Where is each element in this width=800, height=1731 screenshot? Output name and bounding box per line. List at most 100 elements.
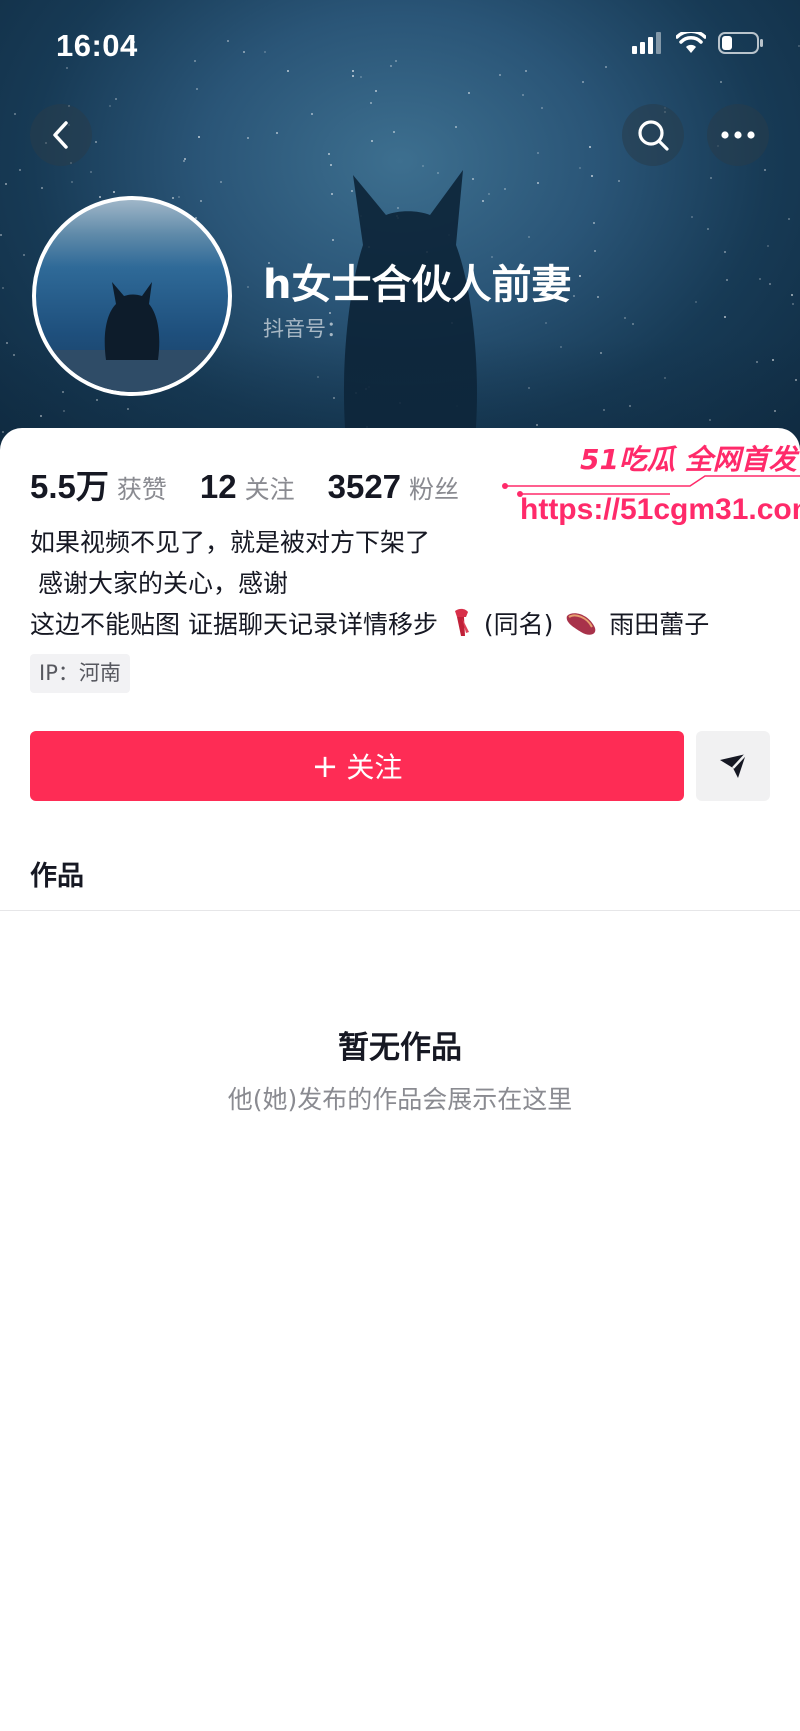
empty-state-subtitle: 他(她)发布的作品会展示在这里: [227, 1085, 573, 1114]
water-sparkle: [525, 70, 527, 72]
water-sparkle: [19, 169, 21, 171]
water-sparkle: [109, 105, 111, 107]
water-sparkle: [352, 70, 354, 72]
douyin-id[interactable]: 抖音号：: [263, 313, 347, 343]
stat-label: 关注: [244, 475, 295, 504]
water-sparkle: [14, 113, 16, 115]
nickname: h女士合伙人前妻: [263, 262, 572, 308]
water-sparkle: [759, 278, 761, 280]
water-sparkle: [582, 81, 584, 83]
bio-line-1: 如果视频不见了，就是被对方下架了: [30, 528, 431, 557]
water-sparkle: [198, 136, 200, 138]
more-button[interactable]: [707, 104, 769, 166]
wifi-icon: [676, 32, 706, 53]
water-sparkle: [726, 279, 728, 281]
water-sparkle: [0, 234, 2, 236]
stat-value: 3527: [327, 468, 402, 505]
chevron-left-icon: [53, 121, 68, 149]
water-sparkle: [591, 175, 593, 177]
avatar[interactable]: [32, 196, 232, 396]
water-sparkle: [499, 74, 501, 76]
water-sparkle: [183, 160, 185, 162]
water-sparkle: [375, 90, 377, 92]
water-sparkle: [764, 169, 766, 171]
water-sparkle: [589, 146, 591, 148]
water-sparkle: [579, 275, 581, 277]
empty-state-title: 暂无作品: [338, 1030, 462, 1066]
water-sparkle: [545, 322, 547, 324]
status-time: 16:04: [56, 28, 138, 63]
stat-likes[interactable]: 5.5万 获赞: [30, 460, 167, 508]
stat-label: 获赞: [116, 475, 167, 504]
search-button[interactable]: [622, 104, 684, 166]
water-sparkle: [573, 295, 575, 297]
water-sparkle: [99, 196, 101, 198]
water-sparkle: [594, 250, 596, 252]
water-sparkle: [791, 294, 793, 296]
water-sparkle: [196, 88, 198, 90]
bio-line-3-text: 这边不能贴图 证据聊天记录详情移步: [30, 610, 438, 639]
divider: [0, 910, 800, 911]
water-sparkle: [605, 66, 607, 68]
status-icons: [632, 32, 764, 54]
tab-works[interactable]: 作品: [30, 854, 84, 893]
stat-label: 粉丝: [409, 475, 460, 504]
water-sparkle: [541, 107, 543, 109]
water-sparkle: [220, 181, 222, 183]
water-sparkle: [769, 283, 771, 285]
stat-value: 12: [199, 468, 237, 505]
water-sparkle: [247, 286, 249, 288]
watermark-title: 51吃瓜 全网首发: [580, 443, 797, 476]
back-button[interactable]: [30, 104, 92, 166]
water-sparkle: [243, 51, 245, 53]
stat-following[interactable]: 12 关注: [200, 468, 295, 506]
water-sparkle: [395, 60, 397, 62]
stat-followers[interactable]: 3527 粉丝: [328, 468, 459, 506]
water-sparkle: [792, 303, 794, 305]
water-sparkle: [194, 60, 196, 62]
water-sparkle: [90, 171, 92, 173]
scarf-emoji-icon: [454, 608, 469, 636]
bio-line-3-same-name: (同名): [483, 610, 554, 639]
water-sparkle: [624, 317, 626, 319]
water-sparkle: [597, 296, 599, 298]
water-sparkle: [200, 200, 202, 202]
water-sparkle: [788, 218, 790, 220]
message-button[interactable]: [696, 731, 770, 801]
send-icon: [720, 753, 747, 778]
water-sparkle: [115, 98, 117, 100]
water-sparkle: [707, 228, 709, 230]
sweet-potato-emoji-icon: [567, 613, 596, 635]
water-sparkle: [632, 323, 634, 325]
water-sparkle: [276, 132, 278, 134]
water-sparkle: [504, 188, 506, 190]
water-sparkle: [724, 316, 726, 318]
avatar-cat-image: [36, 282, 228, 392]
water-sparkle: [695, 301, 697, 303]
bio: 如果视频不见了，就是被对方下架了 感谢大家的关心，感谢 这边不能贴图 证据聊天记…: [30, 522, 709, 645]
water-sparkle: [2, 287, 4, 289]
water-sparkle: [691, 216, 693, 218]
bio-line-3-name: 雨田蕾子: [609, 610, 710, 639]
water-sparkle: [113, 191, 115, 193]
water-sparkle: [95, 141, 97, 143]
water-sparkle: [468, 92, 470, 94]
water-sparkle: [390, 65, 392, 67]
water-sparkle: [71, 181, 73, 183]
water-sparkle: [287, 70, 289, 72]
water-sparkle: [227, 40, 229, 42]
water-sparkle: [178, 196, 180, 198]
signal-icon: [632, 32, 661, 54]
water-sparkle: [528, 236, 530, 238]
bio-line-2: 感谢大家的关心，感谢: [30, 569, 288, 598]
water-sparkle: [455, 126, 457, 128]
water-sparkle: [5, 183, 7, 185]
water-sparkle: [247, 137, 249, 139]
water-sparkle: [720, 81, 722, 83]
bio-line-3: 这边不能贴图 证据聊天记录详情移步 (同名) 雨田蕾子: [30, 604, 709, 645]
water-sparkle: [710, 177, 712, 179]
follow-label: 关注: [346, 751, 403, 784]
water-sparkle: [593, 222, 595, 224]
more-dots-icon: [721, 131, 755, 139]
follow-button[interactable]: + 关注: [30, 731, 684, 801]
